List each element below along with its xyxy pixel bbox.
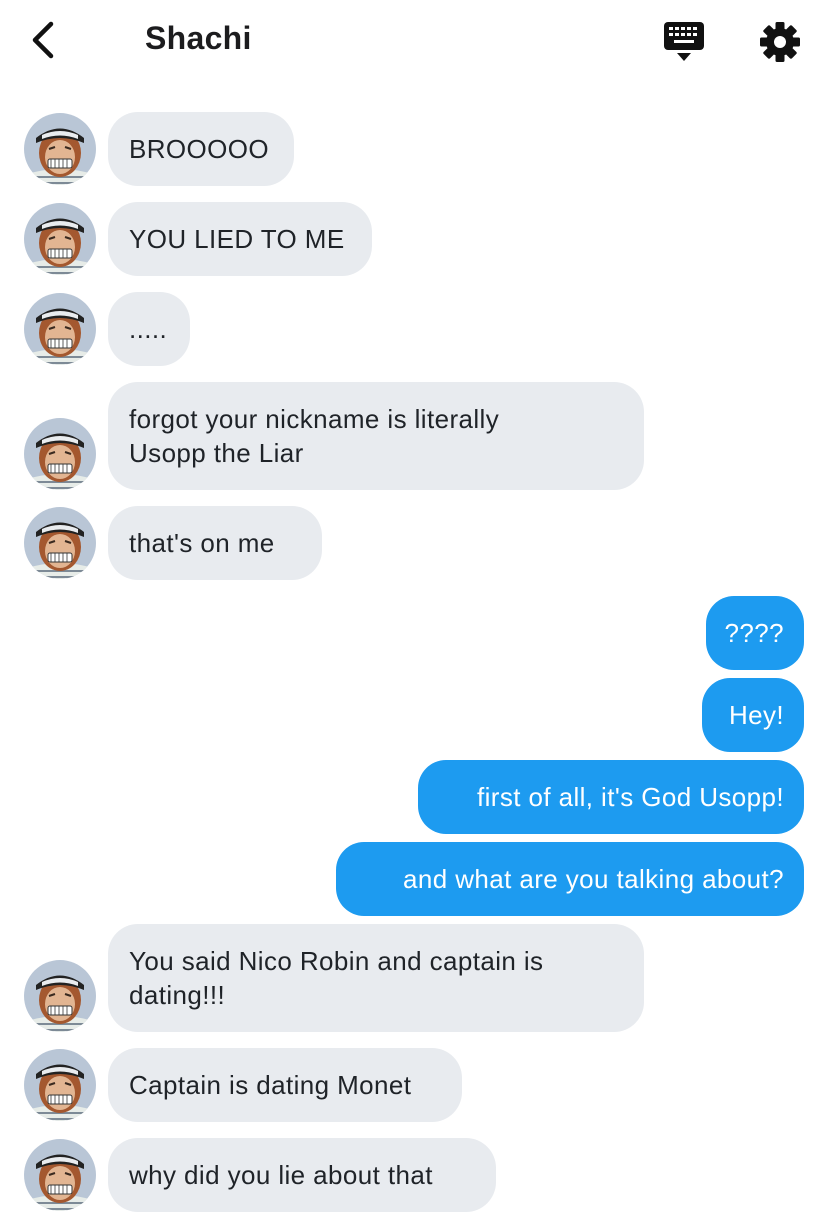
avatar[interactable] bbox=[24, 507, 96, 579]
avatar[interactable] bbox=[24, 960, 96, 1032]
message-bubble[interactable]: ..... bbox=[108, 292, 190, 366]
message-bubble[interactable]: ???? bbox=[706, 596, 804, 670]
message-bubble[interactable]: YOU LIED TO ME bbox=[108, 202, 372, 276]
contact-name[interactable]: Shachi bbox=[145, 20, 252, 57]
keyboard-button[interactable] bbox=[662, 20, 706, 64]
back-button[interactable] bbox=[22, 18, 66, 62]
message-bubble[interactable]: first of all, it's God Usopp! bbox=[418, 760, 804, 834]
message-bubble[interactable]: that's on me bbox=[108, 506, 322, 580]
avatar[interactable] bbox=[24, 203, 96, 275]
message-bubble[interactable]: and what are you talking about? bbox=[336, 842, 804, 916]
message-bubble[interactable]: BROOOOO bbox=[108, 112, 294, 186]
message-bubble[interactable]: Hey! bbox=[702, 678, 804, 752]
chat-screen: Shachi BROOOOO YOU LIED TO ME ..... forg… bbox=[0, 0, 828, 1220]
chevron-left-icon bbox=[32, 21, 54, 59]
avatar[interactable] bbox=[24, 418, 96, 490]
gear-icon bbox=[760, 22, 800, 62]
avatar[interactable] bbox=[24, 293, 96, 365]
message-bubble[interactable]: why did you lie about that bbox=[108, 1138, 496, 1212]
keyboard-icon bbox=[664, 22, 704, 61]
chat-header: Shachi bbox=[0, 0, 828, 84]
avatar[interactable] bbox=[24, 1049, 96, 1121]
message-bubble[interactable]: You said Nico Robin and captain is datin… bbox=[108, 924, 644, 1032]
message-bubble[interactable]: forgot your nickname is literally Usopp … bbox=[108, 382, 644, 490]
settings-button[interactable] bbox=[756, 18, 804, 66]
message-bubble[interactable]: Captain is dating Monet bbox=[108, 1048, 462, 1122]
avatar[interactable] bbox=[24, 1139, 96, 1211]
avatar[interactable] bbox=[24, 113, 96, 185]
